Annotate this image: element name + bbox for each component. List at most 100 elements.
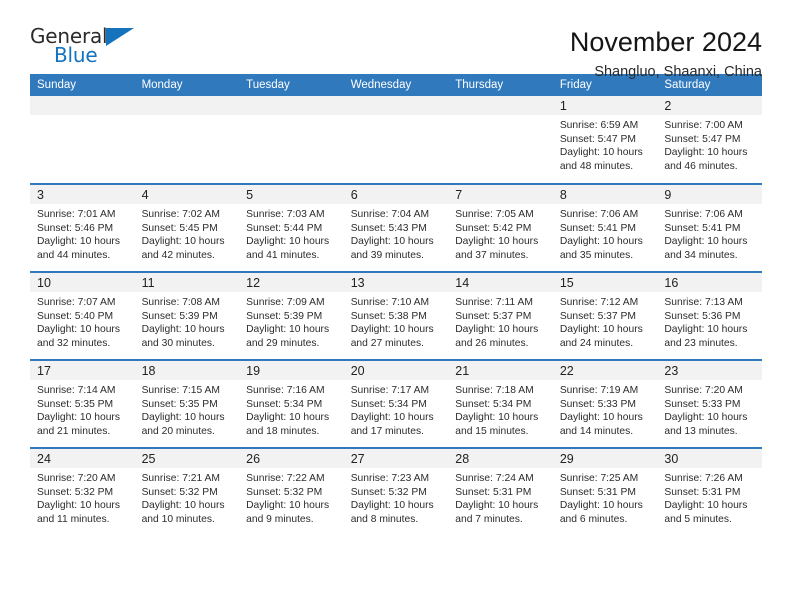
calendar-day-cell[interactable]: 13 Sunrise: 7:10 AM Sunset: 5:38 PM Dayligh… (343, 271, 449, 360)
day-details: Sunrise: 7:19 AM Sunset: 5:33 PM Daylight:… (553, 380, 658, 438)
daylight-text: Daylight: 10 hours (350, 500, 434, 512)
day-cell-inner: 30 Sunrise: 7:26 AM Sunset: 5:31 PM Dayligh… (657, 449, 762, 536)
daylight-text: Daylight: 10 hours (37, 412, 120, 424)
calendar-day-cell[interactable]: 14 Sunrise: 7:11 AM Sunset: 5:37 PM Dayligh… (448, 271, 553, 360)
daylight-text: and 18 minutes. (246, 425, 320, 437)
day-details: Sunrise: 7:21 AM Sunset: 5:32 PM Daylight:… (135, 468, 240, 526)
day-cell-inner: 3 Sunrise: 7:01 AM Sunset: 5:46 PM Daylight… (30, 185, 135, 271)
sunrise-text: Sunrise: 7:06 AM (559, 209, 639, 220)
day-details: Sunrise: 7:00 AM Sunset: 5:47 PM Daylight:… (657, 115, 762, 173)
sunset-text: Sunset: 5:32 PM (37, 486, 114, 498)
calendar-day-cell[interactable]: 16 Sunrise: 7:13 AM Sunset: 5:36 PM Dayligh… (657, 271, 762, 360)
calendar-day-cell[interactable]: 23 Sunrise: 7:20 AM Sunset: 5:33 PM Dayligh… (657, 359, 762, 448)
calendar-day-cell[interactable]: 29 Sunrise: 7:25 AM Sunset: 5:31 PM Dayligh… (552, 447, 658, 536)
day-number: 27 (350, 452, 365, 466)
sunrise-text: Sunrise: 7:24 AM (455, 473, 534, 484)
day-cell-inner: 16 Sunrise: 7:13 AM Sunset: 5:36 PM Dayligh… (657, 273, 762, 359)
calendar-day-cell[interactable]: 27 Sunrise: 7:23 AM Sunset: 5:32 PM Dayligh… (343, 447, 449, 536)
brand-logo[interactable]: General Blue (30, 26, 150, 74)
day-number: 4 (141, 188, 149, 202)
sunset-text: Sunset: 5:37 PM (559, 310, 636, 322)
calendar-day-cell[interactable]: 20 Sunrise: 7:17 AM Sunset: 5:34 PM Dayligh… (343, 359, 449, 448)
calendar-day-cell[interactable]: 19 Sunrise: 7:16 AM Sunset: 5:34 PM Dayligh… (239, 359, 344, 448)
day-number-band: 1 (552, 96, 658, 115)
daylight-text: and 37 minutes. (455, 249, 529, 261)
calendar-day-cell-empty (134, 96, 240, 184)
calendar-week-row: 3 Sunrise: 7:01 AM Sunset: 5:46 PM Daylight… (30, 183, 762, 272)
weekday-header-monday: Monday (134, 74, 240, 96)
calendar-day-cell[interactable]: 5 Sunrise: 7:03 AM Sunset: 5:44 PM Daylight… (239, 183, 344, 272)
sunrise-text: Sunrise: 7:10 AM (350, 297, 430, 308)
calendar-day-cell[interactable]: 6 Sunrise: 7:04 AM Sunset: 5:43 PM Daylight… (343, 183, 449, 272)
day-cell-inner: 19 Sunrise: 7:16 AM Sunset: 5:34 PM Dayligh… (239, 361, 344, 447)
day-number-band: 7 (448, 185, 553, 204)
daylight-text: Daylight: 10 hours (141, 236, 225, 248)
daylight-text: Daylight: 10 hours (141, 500, 225, 512)
day-cell-inner: 9 Sunrise: 7:06 AM Sunset: 5:41 PM Daylight… (657, 185, 762, 271)
calendar-day-cell[interactable]: 8 Sunrise: 7:06 AM Sunset: 5:41 PM Daylight… (552, 183, 658, 272)
daylight-text: and 14 minutes. (559, 425, 634, 437)
calendar-day-cell[interactable]: 21 Sunrise: 7:18 AM Sunset: 5:34 PM Dayligh… (448, 359, 553, 448)
day-cell-inner: 26 Sunrise: 7:22 AM Sunset: 5:32 PM Dayligh… (239, 449, 344, 536)
day-cell-inner: 8 Sunrise: 7:06 AM Sunset: 5:41 PM Daylight… (552, 185, 658, 271)
calendar-day-cell[interactable]: 25 Sunrise: 7:21 AM Sunset: 5:32 PM Dayligh… (134, 447, 240, 536)
day-number-band: 4 (134, 185, 240, 204)
calendar-day-cell[interactable]: 4 Sunrise: 7:02 AM Sunset: 5:45 PM Daylight… (134, 183, 240, 272)
day-number-band: 30 (657, 449, 762, 468)
sunrise-text: Sunrise: 7:26 AM (664, 473, 743, 484)
calendar-day-cell[interactable]: 10 Sunrise: 7:07 AM Sunset: 5:40 PM Dayligh… (30, 271, 135, 360)
day-number: 21 (455, 364, 470, 378)
calendar-day-cell[interactable]: 28 Sunrise: 7:24 AM Sunset: 5:31 PM Dayligh… (448, 447, 553, 536)
calendar-day-cell[interactable]: 7 Sunrise: 7:05 AM Sunset: 5:42 PM Daylight… (448, 183, 553, 272)
day-number: 2 (664, 99, 672, 113)
calendar-day-cell[interactable]: 3 Sunrise: 7:01 AM Sunset: 5:46 PM Daylight… (30, 183, 135, 272)
day-number-band (134, 96, 240, 115)
sunset-text: Sunset: 5:41 PM (559, 222, 636, 234)
brand-name-blue: Blue (54, 43, 98, 67)
day-cell-inner: 13 Sunrise: 7:10 AM Sunset: 5:38 PM Dayligh… (343, 273, 449, 359)
day-number: 6 (350, 188, 358, 202)
day-number-band: 9 (657, 185, 762, 204)
sunset-text: Sunset: 5:31 PM (664, 486, 741, 498)
calendar-day-cell[interactable]: 17 Sunrise: 7:14 AM Sunset: 5:35 PM Dayligh… (30, 359, 135, 448)
daylight-text: Daylight: 10 hours (37, 236, 120, 248)
day-cell-inner: 1 Sunrise: 6:59 AM Sunset: 5:47 PM Daylight… (552, 96, 658, 183)
calendar-day-cell[interactable]: 30 Sunrise: 7:26 AM Sunset: 5:31 PM Dayligh… (657, 447, 762, 536)
sunset-text: Sunset: 5:33 PM (664, 398, 741, 410)
calendar-day-cell[interactable]: 12 Sunrise: 7:09 AM Sunset: 5:39 PM Dayligh… (239, 271, 344, 360)
daylight-text: Daylight: 10 hours (559, 236, 643, 248)
day-cell-inner (30, 96, 135, 183)
day-cell-inner: 28 Sunrise: 7:24 AM Sunset: 5:31 PM Dayligh… (448, 449, 553, 536)
day-details: Sunrise: 7:13 AM Sunset: 5:36 PM Daylight:… (657, 292, 762, 350)
daylight-text: Daylight: 10 hours (664, 324, 748, 336)
calendar-day-cell[interactable]: 24 Sunrise: 7:20 AM Sunset: 5:32 PM Dayligh… (30, 447, 135, 536)
sunset-text: Sunset: 5:41 PM (664, 222, 741, 234)
sunrise-text: Sunrise: 7:22 AM (246, 473, 325, 484)
day-cell-inner: 5 Sunrise: 7:03 AM Sunset: 5:44 PM Daylight… (239, 185, 344, 271)
daylight-text: Daylight: 10 hours (455, 324, 539, 336)
day-details (30, 115, 135, 119)
day-number: 10 (37, 276, 51, 290)
calendar-day-cell[interactable]: 1 Sunrise: 6:59 AM Sunset: 5:47 PM Daylight… (552, 96, 658, 184)
sunrise-text: Sunrise: 7:02 AM (141, 209, 220, 220)
day-details: Sunrise: 7:05 AM Sunset: 5:42 PM Daylight:… (448, 204, 553, 262)
day-details (239, 115, 344, 119)
daylight-text: and 23 minutes. (664, 337, 738, 349)
sunrise-text: Sunrise: 7:04 AM (350, 209, 430, 220)
calendar-day-cell[interactable]: 2 Sunrise: 7:00 AM Sunset: 5:47 PM Daylight… (657, 96, 762, 184)
calendar-day-cell[interactable]: 15 Sunrise: 7:12 AM Sunset: 5:37 PM Dayligh… (552, 271, 658, 360)
calendar-day-cell-empty (343, 96, 449, 184)
calendar-day-cell[interactable]: 11 Sunrise: 7:08 AM Sunset: 5:39 PM Dayligh… (134, 271, 240, 360)
day-cell-inner: 10 Sunrise: 7:07 AM Sunset: 5:40 PM Dayligh… (30, 273, 135, 359)
day-number: 15 (559, 276, 574, 290)
daylight-text: Daylight: 10 hours (246, 324, 330, 336)
day-cell-inner: 29 Sunrise: 7:25 AM Sunset: 5:31 PM Dayligh… (552, 449, 658, 536)
day-number: 20 (350, 364, 365, 378)
daylight-text: Daylight: 10 hours (664, 147, 748, 159)
day-number-band: 8 (552, 185, 658, 204)
calendar-day-cell[interactable]: 18 Sunrise: 7:15 AM Sunset: 5:35 PM Dayligh… (134, 359, 240, 448)
calendar-day-cell[interactable]: 22 Sunrise: 7:19 AM Sunset: 5:33 PM Dayligh… (552, 359, 658, 448)
calendar-day-cell[interactable]: 9 Sunrise: 7:06 AM Sunset: 5:41 PM Daylight… (657, 183, 762, 272)
calendar-day-cell[interactable]: 26 Sunrise: 7:22 AM Sunset: 5:32 PM Dayligh… (239, 447, 344, 536)
day-cell-inner: 20 Sunrise: 7:17 AM Sunset: 5:34 PM Dayligh… (343, 361, 449, 447)
